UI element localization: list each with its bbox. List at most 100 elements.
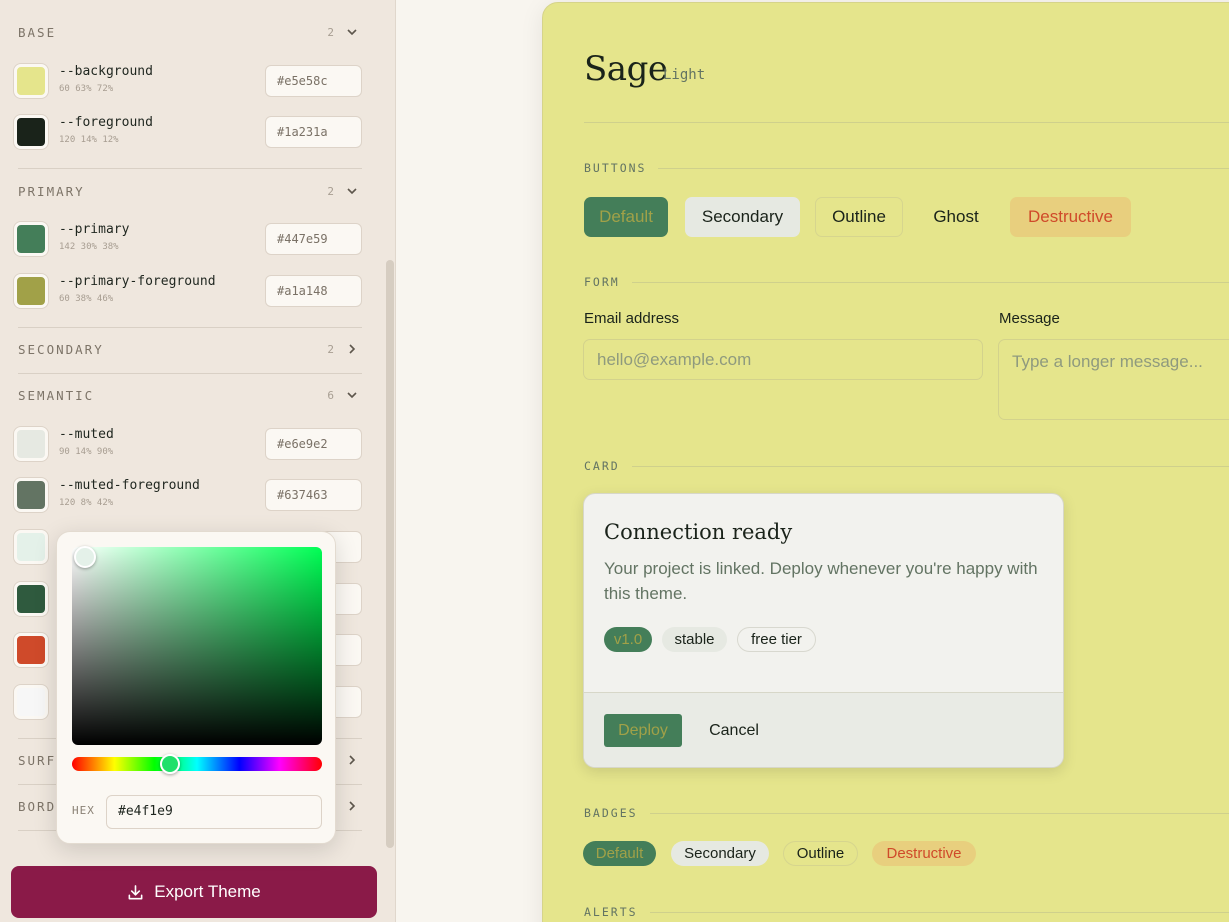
group-title: BORD [18,798,57,814]
export-theme-label: Export Theme [154,882,261,901]
secondary-badge: Secondary [671,841,769,866]
hex-input[interactable]: #e6e9e2 [265,428,362,460]
hex-input[interactable]: #e5e58c [265,65,362,97]
group-title: SEMANTIC [18,387,95,403]
var-name: --primary-foreground [59,274,216,289]
deploy-button[interactable]: Deploy [604,714,682,747]
group-header-semantic[interactable]: SEMANTIC 6 [18,383,362,407]
group-count: 2 [327,342,334,356]
hex-input[interactable]: #1a231a [265,116,362,148]
saturation-value-area[interactable] [72,547,322,745]
group-title: SURF [18,752,57,768]
card-description: Your project is linked. Deploy whenever … [604,559,1038,603]
color-swatch[interactable] [14,530,48,564]
section-label-buttons: BUTTONS [584,160,1229,176]
email-label: Email address [584,310,680,327]
color-swatch[interactable] [14,222,48,256]
secondary-button[interactable]: Secondary [685,197,800,237]
title-divider [584,122,1229,123]
group-divider [18,327,362,328]
chevron-right-icon[interactable] [342,796,362,816]
theme-preview-panel: Sage Light BUTTONS Default Secondary Out… [542,2,1229,922]
destructive-button[interactable]: Destructive [1010,197,1131,237]
picker-hex-input[interactable]: #e4f1e9 [106,795,322,829]
group-header-primary[interactable]: PRIMARY 2 [18,179,362,203]
section-label-form: FORM [584,274,1229,290]
hex-label: HEX [72,804,95,817]
cancel-button[interactable]: Cancel [694,714,774,747]
section-label-text: BADGES [584,806,638,820]
export-theme-button[interactable]: Export Theme [11,866,377,918]
message-label: Message [999,310,1060,327]
default-button[interactable]: Default [584,197,668,237]
section-label-card: CARD [584,458,1229,474]
section-label-text: BUTTONS [584,161,647,175]
free-tier-chip: free tier [737,627,816,652]
card-title: Connection ready [604,520,793,544]
var-hsl: 60 63% 72% [59,84,114,94]
version-chip: v1.0 [604,627,652,652]
section-label-alerts: ALERTS [584,904,1229,920]
section-rule [658,167,1229,169]
hue-slider-handle[interactable] [160,754,180,774]
theme-mode: Light [663,67,706,83]
chevron-right-icon[interactable] [342,339,362,359]
color-swatch[interactable] [14,274,48,308]
var-hsl: 90 14% 90% [59,447,114,457]
outline-button[interactable]: Outline [815,197,903,237]
group-title: PRIMARY [18,183,85,199]
var-row-primary-foreground: --primary-foreground 60 38% 46% #a1a148 [14,274,362,308]
email-field[interactable]: hello@example.com [583,339,983,380]
section-rule [631,465,1229,467]
hex-input[interactable]: #447e59 [265,223,362,255]
section-label-text: CARD [584,459,620,473]
section-label-text: FORM [584,275,620,289]
section-label-badges: BADGES [584,805,1229,821]
outline-badge: Outline [783,841,858,866]
download-icon [128,884,143,899]
var-row-background: --background 60 63% 72% #e5e58c [14,64,362,98]
var-row-muted: --muted 90 14% 90% #e6e9e2 [14,427,362,461]
section-rule [631,281,1229,283]
color-swatch[interactable] [14,685,48,719]
var-name: --background [59,64,153,79]
ghost-button[interactable]: Ghost [918,197,994,237]
var-row-foreground: --foreground 120 14% 12% #1a231a [14,115,362,149]
color-swatch[interactable] [14,427,48,461]
color-swatch[interactable] [14,115,48,149]
color-swatch[interactable] [14,633,48,667]
group-header-base[interactable]: BASE 2 [18,20,362,44]
var-hsl: 60 38% 46% [59,294,114,304]
group-divider [18,168,362,169]
chevron-right-icon[interactable] [342,750,362,770]
group-title: BASE [18,24,57,40]
section-rule [649,812,1229,814]
group-count: 6 [327,388,334,402]
var-name: --muted-foreground [59,478,200,493]
group-count: 2 [327,184,334,198]
color-swatch[interactable] [14,478,48,512]
color-swatch[interactable] [14,582,48,616]
sidebar-scrollbar[interactable] [386,260,394,848]
chevron-down-icon[interactable] [342,22,362,42]
chevron-down-icon[interactable] [342,181,362,201]
var-hsl: 120 14% 12% [59,135,119,145]
card-footer: Deploy Cancel [584,692,1063,767]
var-row-muted-foreground: --muted-foreground 120 8% 42% #637463 [14,478,362,512]
var-name: --muted [59,427,114,442]
hex-input[interactable]: #a1a148 [265,275,362,307]
var-hsl: 120 8% 42% [59,498,114,508]
group-header-secondary[interactable]: SECONDARY 2 [18,337,362,361]
message-field[interactable]: Type a longer message... [998,339,1229,420]
saturation-value-handle[interactable] [74,546,96,568]
chevron-down-icon[interactable] [342,385,362,405]
theme-name: Sage [584,49,668,89]
preview-card: Connection ready Your project is linked.… [583,493,1064,768]
section-rule [649,911,1229,913]
var-row-primary: --primary 142 30% 38% #447e59 [14,222,362,256]
section-label-text: ALERTS [584,905,638,919]
group-divider [18,373,362,374]
hue-slider[interactable] [72,757,322,771]
hex-input[interactable]: #637463 [265,479,362,511]
color-swatch[interactable] [14,64,48,98]
